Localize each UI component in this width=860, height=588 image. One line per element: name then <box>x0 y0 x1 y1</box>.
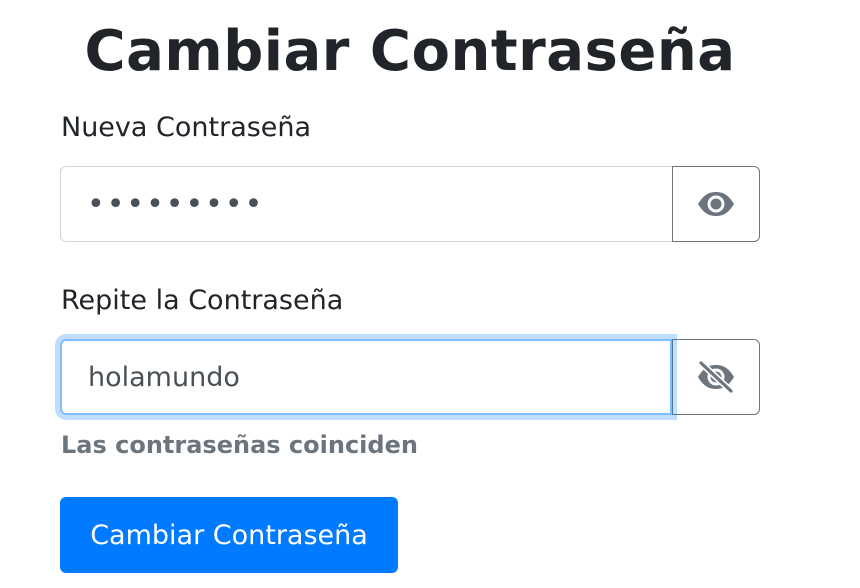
new-password-input[interactable] <box>60 166 672 242</box>
eye-slash-icon <box>695 360 737 394</box>
password-match-message: Las contraseñas coinciden <box>61 431 418 459</box>
hide-password-button[interactable] <box>672 339 760 415</box>
repeat-password-group <box>60 339 760 415</box>
page-title: Cambiar Contraseña <box>84 19 736 84</box>
change-password-page: Cambiar Contraseña Nueva Contraseña Repi… <box>0 0 860 588</box>
repeat-password-input[interactable] <box>60 339 672 415</box>
new-password-group <box>60 166 760 242</box>
repeat-password-label: Repite la Contraseña <box>61 285 344 316</box>
change-password-button[interactable]: Cambiar Contraseña <box>60 497 398 573</box>
new-password-label: Nueva Contraseña <box>61 112 312 143</box>
show-password-button[interactable] <box>672 166 760 242</box>
eye-icon <box>696 189 736 219</box>
